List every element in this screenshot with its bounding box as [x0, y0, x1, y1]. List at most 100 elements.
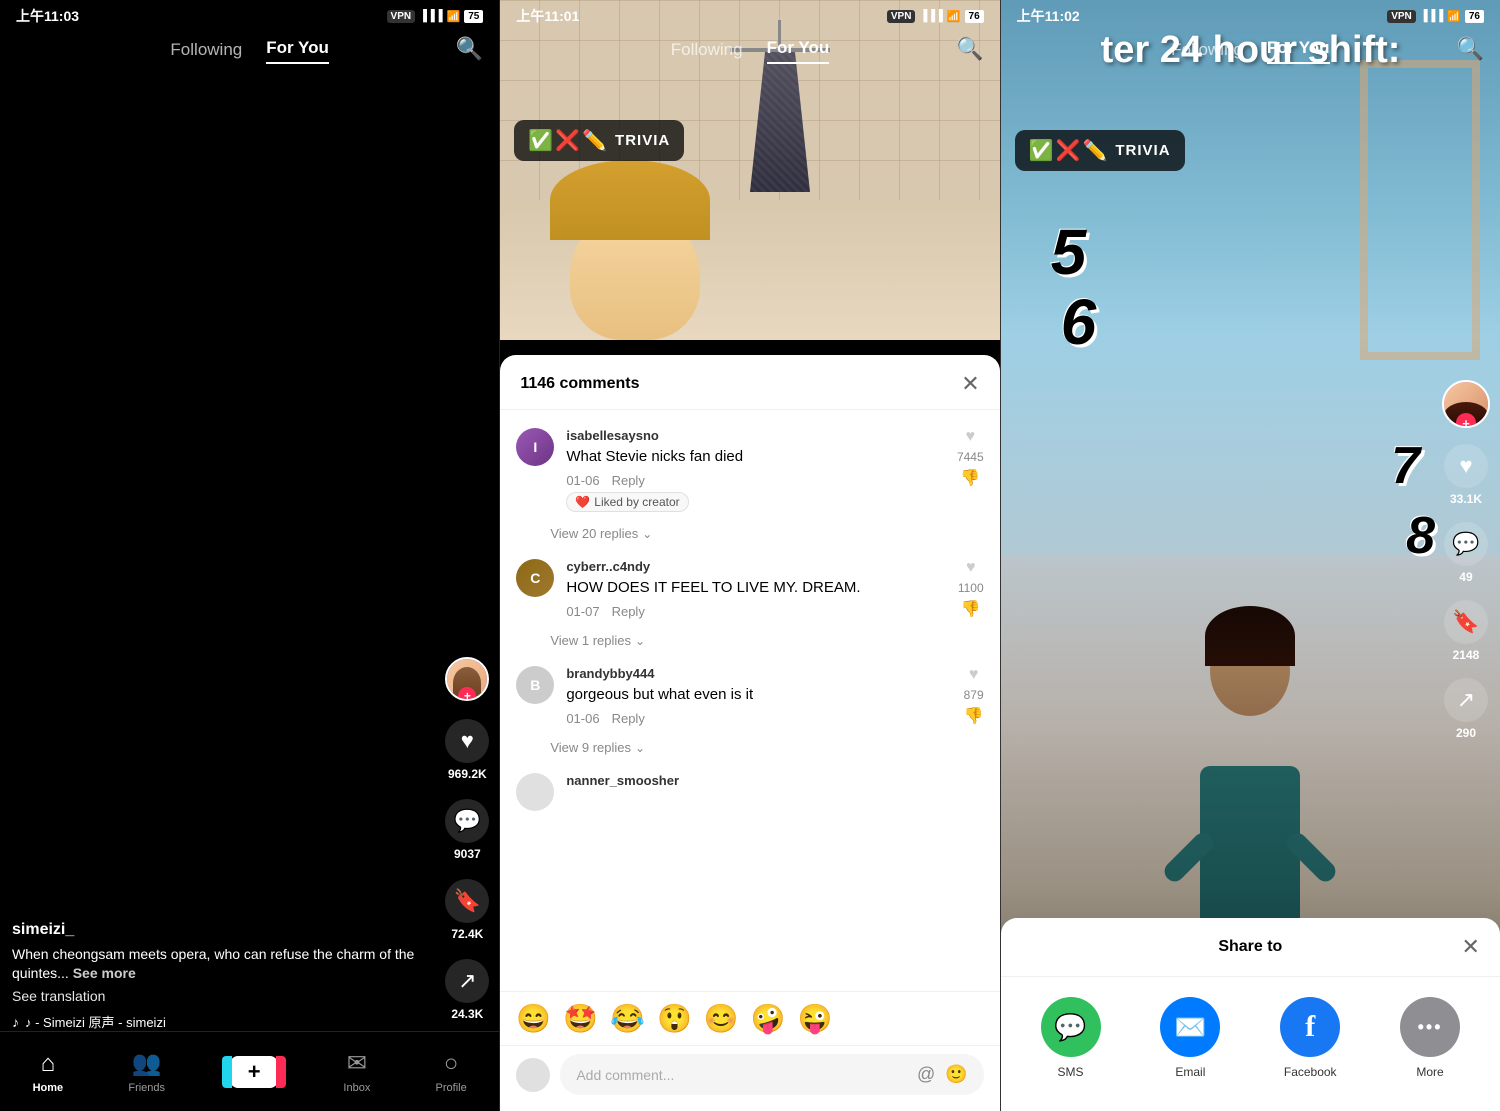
trivia-badge-2: ✅ ❌ ✏️ TRIVIA: [514, 120, 684, 161]
p3-like-count: 33.1K: [1450, 492, 1482, 506]
share-sms[interactable]: 💬 SMS: [1041, 997, 1101, 1079]
comment-reply-btn-1[interactable]: Reply: [612, 473, 645, 488]
p3-bookmark-icon: 🔖: [1444, 600, 1488, 644]
comment-likes-1: 7445: [957, 450, 984, 464]
music-text-1: ♪ - Simeizi 原声 - simeizi: [25, 1012, 166, 1031]
emoji-6[interactable]: 🤪: [751, 1002, 786, 1035]
number-5-text: 5: [1051, 220, 1087, 284]
comment-input-row: Add comment... @ 🙂: [500, 1045, 999, 1111]
emoji-5[interactable]: 😊: [704, 1002, 739, 1035]
comment-text-2: HOW DOES IT FEEL TO LIVE MY. DREAM.: [566, 577, 946, 598]
profile-icon-1: ○: [444, 1050, 459, 1078]
comment-reply-btn-3[interactable]: Reply: [612, 711, 645, 726]
home-icon-1: ⌂: [41, 1050, 56, 1078]
comments-close-btn[interactable]: ✕: [961, 371, 979, 397]
p3-follow-plus: +: [1456, 413, 1476, 428]
number-8-text: 8: [1406, 510, 1435, 562]
tab-friends-1[interactable]: 👥 Friends: [128, 1049, 165, 1094]
nav-following-3[interactable]: Following: [1171, 40, 1243, 64]
see-translation-1[interactable]: See translation: [12, 988, 434, 1004]
comment-body-1: isabellesaysno What Stevie nicks fan die…: [566, 428, 945, 512]
nav-foryou-2[interactable]: For You: [767, 38, 830, 64]
nav-foryou-3[interactable]: For You: [1267, 38, 1330, 64]
share-email[interactable]: ✉️ Email: [1160, 997, 1220, 1079]
comment-item-4: nanner_smoosher: [500, 763, 999, 821]
status-icons-2: VPN ▐▐▐ 📶 76: [887, 10, 984, 23]
search-button-2[interactable]: 🔍: [956, 36, 983, 62]
comment-likes-2: 1100: [958, 581, 984, 595]
search-button-1[interactable]: 🔍: [456, 36, 483, 62]
number-8: 8: [1406, 510, 1435, 562]
tab-add-1[interactable]: +: [230, 1056, 278, 1088]
vpn-badge-2: VPN: [887, 10, 916, 23]
trivia-badge-3: ✅ ❌ ✏️ TRIVIA: [1015, 130, 1185, 171]
signal-bars-2: ▐▐▐: [919, 10, 942, 22]
comment-dislike-1[interactable]: 👎: [960, 468, 980, 488]
share-icon-1: ↗: [445, 959, 489, 1003]
view-replies-3[interactable]: View 9 replies ⌄: [500, 736, 999, 763]
comment-heart-3[interactable]: ♥: [969, 666, 979, 684]
wifi-icon-2: 📶: [947, 10, 961, 23]
emoji-7[interactable]: 😜: [798, 1002, 833, 1035]
facebook-label: Facebook: [1284, 1065, 1337, 1079]
p3-share-btn[interactable]: ↗ 290: [1444, 678, 1488, 740]
at-icon[interactable]: @: [917, 1064, 935, 1085]
battery-2: 76: [965, 10, 984, 23]
comment-dislike-3[interactable]: 👎: [964, 706, 984, 726]
p3-bookmark-count: 2148: [1453, 648, 1480, 662]
comment-reply-btn-2[interactable]: Reply: [612, 604, 645, 619]
emoji-1[interactable]: 😄: [516, 1002, 551, 1035]
bookmark-btn-1[interactable]: 🔖 72.4K: [445, 879, 489, 941]
comment-avatar-4: [516, 773, 554, 811]
emoji-input-icon[interactable]: 🙂: [945, 1064, 967, 1085]
tab-inbox-label-1: Inbox: [343, 1082, 370, 1094]
view-replies-2[interactable]: View 1 replies ⌄: [500, 629, 999, 656]
view-replies-arrow-1: ⌄: [642, 527, 652, 541]
comment-heart-1[interactable]: ♥: [966, 428, 976, 446]
share-more[interactable]: ••• More: [1400, 997, 1460, 1079]
emoji-4[interactable]: 😲: [657, 1002, 692, 1035]
tab-home-1[interactable]: ⌂ Home: [33, 1050, 64, 1094]
comment-input-icons: @ 🙂: [917, 1064, 968, 1085]
nav-foryou-1[interactable]: For You: [266, 38, 329, 64]
comment-btn-1[interactable]: 💬 9037: [445, 799, 489, 861]
nav-following-2[interactable]: Following: [671, 40, 743, 64]
emoji-2[interactable]: 🤩: [563, 1002, 598, 1035]
avatar-btn-1[interactable]: +: [445, 657, 489, 701]
panel-2: ✅ ❌ ✏️ TRIVIA 上午11:01 VPN ▐▐▐ 📶 76: [500, 0, 1000, 1111]
signal-bars-3: ▐▐▐: [1420, 10, 1443, 22]
p3-creator-avatar[interactable]: +: [1442, 380, 1490, 428]
comment-input-box[interactable]: Add comment... @ 🙂: [560, 1054, 983, 1095]
comment-body-3: brandybby444 gorgeous but what even is i…: [566, 666, 951, 726]
p3-comment-btn[interactable]: 💬 49: [1444, 522, 1488, 584]
checkmark-icon-3: ✅: [1029, 138, 1054, 163]
panel-1: 上午11:03 VPN ▐▐▐ 📶 75 Following For You 🔍: [0, 0, 500, 1111]
share-facebook[interactable]: f Facebook: [1280, 997, 1340, 1079]
share-close-btn[interactable]: ✕: [1462, 934, 1480, 960]
comment-dislike-2[interactable]: 👎: [961, 599, 981, 619]
share-panel: Share to ✕ 💬 SMS ✉️ Email f Facebook: [1001, 918, 1500, 1111]
comment-heart-2[interactable]: ♥: [966, 559, 976, 577]
email-icon: ✉️: [1160, 997, 1220, 1057]
view-replies-text-3: View 9 replies: [550, 740, 631, 755]
comment-icon-1: 💬: [445, 799, 489, 843]
see-more-1[interactable]: See more: [73, 965, 136, 981]
status-bar-1: 上午11:03 VPN ▐▐▐ 📶 75: [0, 0, 499, 30]
nav-following-1[interactable]: Following: [170, 40, 242, 64]
video-username-1: simeizi_: [12, 921, 434, 939]
trivia-icons-3: ✅ ❌ ✏️: [1029, 138, 1108, 163]
tab-inbox-1[interactable]: ✉ Inbox: [343, 1049, 370, 1094]
share-btn-1[interactable]: ↗ 24.3K: [445, 959, 489, 1021]
battery-3: 76: [1465, 10, 1484, 23]
view-replies-1[interactable]: View 20 replies ⌄: [500, 522, 999, 549]
cross-icon-2: ❌: [555, 128, 580, 153]
like-btn-1[interactable]: ♥ 969.2K: [445, 719, 489, 781]
search-button-3[interactable]: 🔍: [1457, 36, 1484, 62]
friends-icon-1: 👥: [132, 1049, 162, 1078]
person-face: [550, 140, 750, 340]
p3-like-btn[interactable]: ♥ 33.1K: [1444, 444, 1488, 506]
tab-profile-1[interactable]: ○ Profile: [436, 1050, 467, 1094]
comment-date-2: 01-07: [566, 604, 599, 619]
p3-bookmark-btn[interactable]: 🔖 2148: [1444, 600, 1488, 662]
emoji-3[interactable]: 😂: [610, 1002, 645, 1035]
